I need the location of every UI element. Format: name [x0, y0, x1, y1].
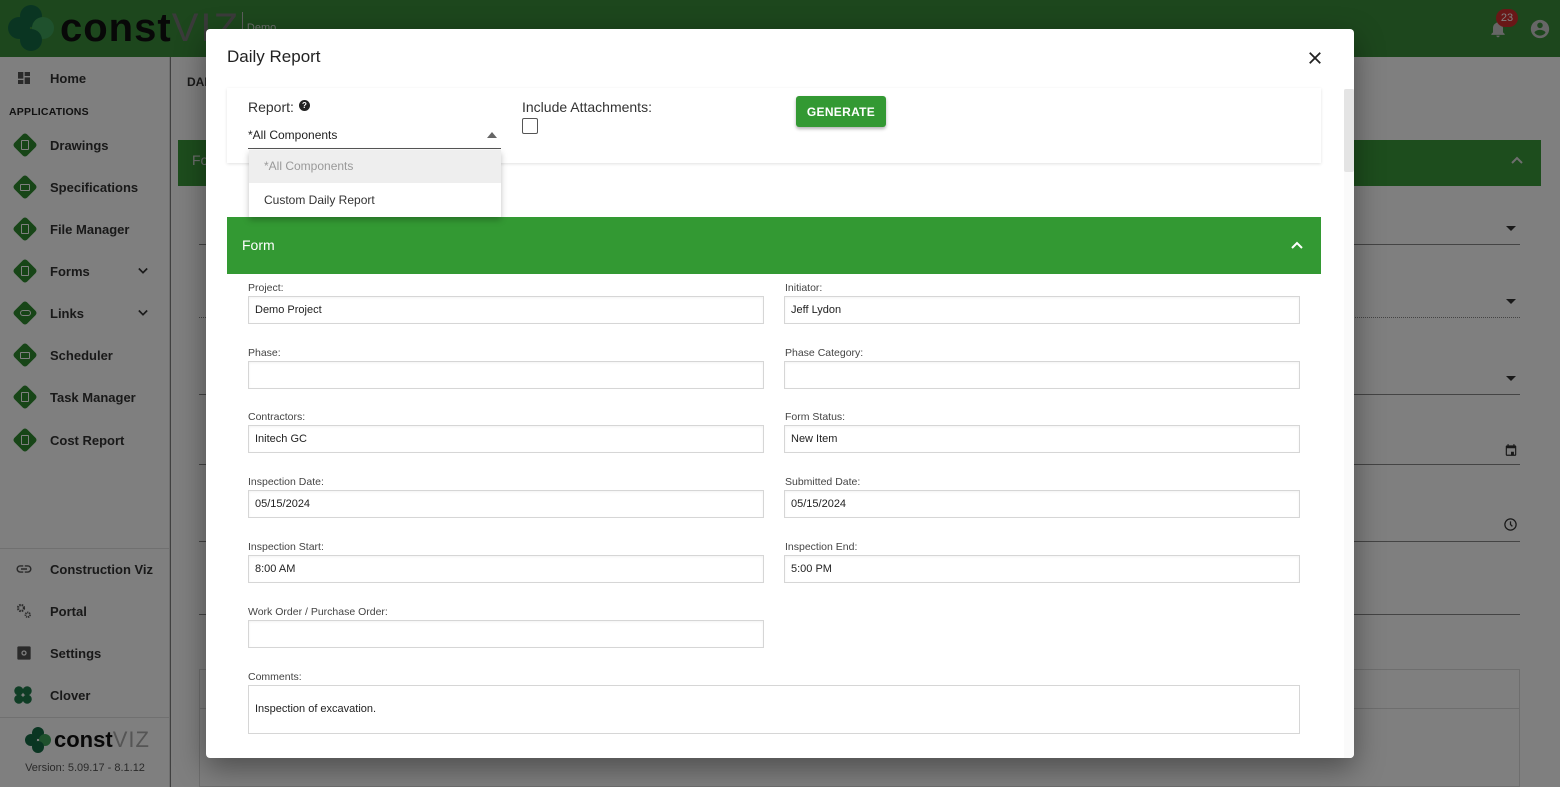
- comments-textarea[interactable]: Inspection of excavation.: [248, 685, 1300, 734]
- work-order-field[interactable]: [248, 620, 764, 648]
- chevron-up-icon[interactable]: [1291, 240, 1303, 250]
- inspection-date-field[interactable]: 05/15/2024: [248, 490, 764, 518]
- inspection-end-label: Inspection End:: [785, 541, 858, 553]
- report-dropdown-menu: *All Components Custom Daily Report: [249, 150, 501, 217]
- report-select[interactable]: *All Components: [248, 125, 501, 149]
- include-attachments-checkbox[interactable]: [522, 118, 538, 134]
- phase-category-field[interactable]: [784, 361, 1300, 389]
- inspection-end-field[interactable]: 5:00 PM: [784, 555, 1300, 583]
- phase-field[interactable]: [248, 361, 764, 389]
- report-select-value: *All Components: [248, 128, 338, 142]
- inspection-start-field[interactable]: 8:00 AM: [248, 555, 764, 583]
- generate-button[interactable]: GENERATE: [796, 96, 886, 127]
- dropdown-option-custom-daily-report[interactable]: Custom Daily Report: [249, 184, 501, 217]
- contractors-field[interactable]: Initech GC: [248, 425, 764, 453]
- dialog-scrollbar-track[interactable]: [1344, 89, 1354, 758]
- include-attachments-label: Include Attachments:: [522, 99, 652, 115]
- report-label-text: Report:: [248, 99, 294, 115]
- inspection-date-label: Inspection Date:: [248, 476, 324, 488]
- dialog-scrollbar-thumb[interactable]: [1344, 89, 1354, 172]
- submitted-date-field[interactable]: 05/15/2024: [784, 490, 1300, 518]
- form-section-header[interactable]: Form: [227, 217, 1321, 274]
- phase-label: Phase:: [248, 347, 281, 359]
- dialog-title: Daily Report: [227, 47, 321, 66]
- initiator-field[interactable]: Jeff Lydon: [784, 296, 1300, 324]
- comments-label: Comments:: [248, 671, 302, 683]
- initiator-label: Initiator:: [785, 282, 823, 294]
- daily-report-dialog: Daily Report Report: ? *All Components I…: [206, 29, 1354, 758]
- report-label: Report: ?: [248, 99, 310, 115]
- work-order-label: Work Order / Purchase Order:: [248, 606, 388, 618]
- form-status-label: Form Status:: [785, 411, 846, 423]
- help-icon[interactable]: ?: [298, 99, 310, 111]
- phase-category-label: Phase Category:: [785, 347, 864, 359]
- close-icon[interactable]: [1306, 49, 1324, 67]
- caret-up-icon: [487, 132, 497, 138]
- form-status-field[interactable]: New Item: [784, 425, 1300, 453]
- submitted-date-label: Submitted Date:: [785, 476, 861, 488]
- inspection-start-label: Inspection Start:: [248, 541, 324, 553]
- form-section-title: Form: [242, 237, 275, 253]
- contractors-label: Contractors:: [248, 411, 306, 423]
- dropdown-option-all-components[interactable]: *All Components: [249, 150, 501, 183]
- project-label: Project:: [248, 282, 284, 294]
- project-field[interactable]: Demo Project: [248, 296, 764, 324]
